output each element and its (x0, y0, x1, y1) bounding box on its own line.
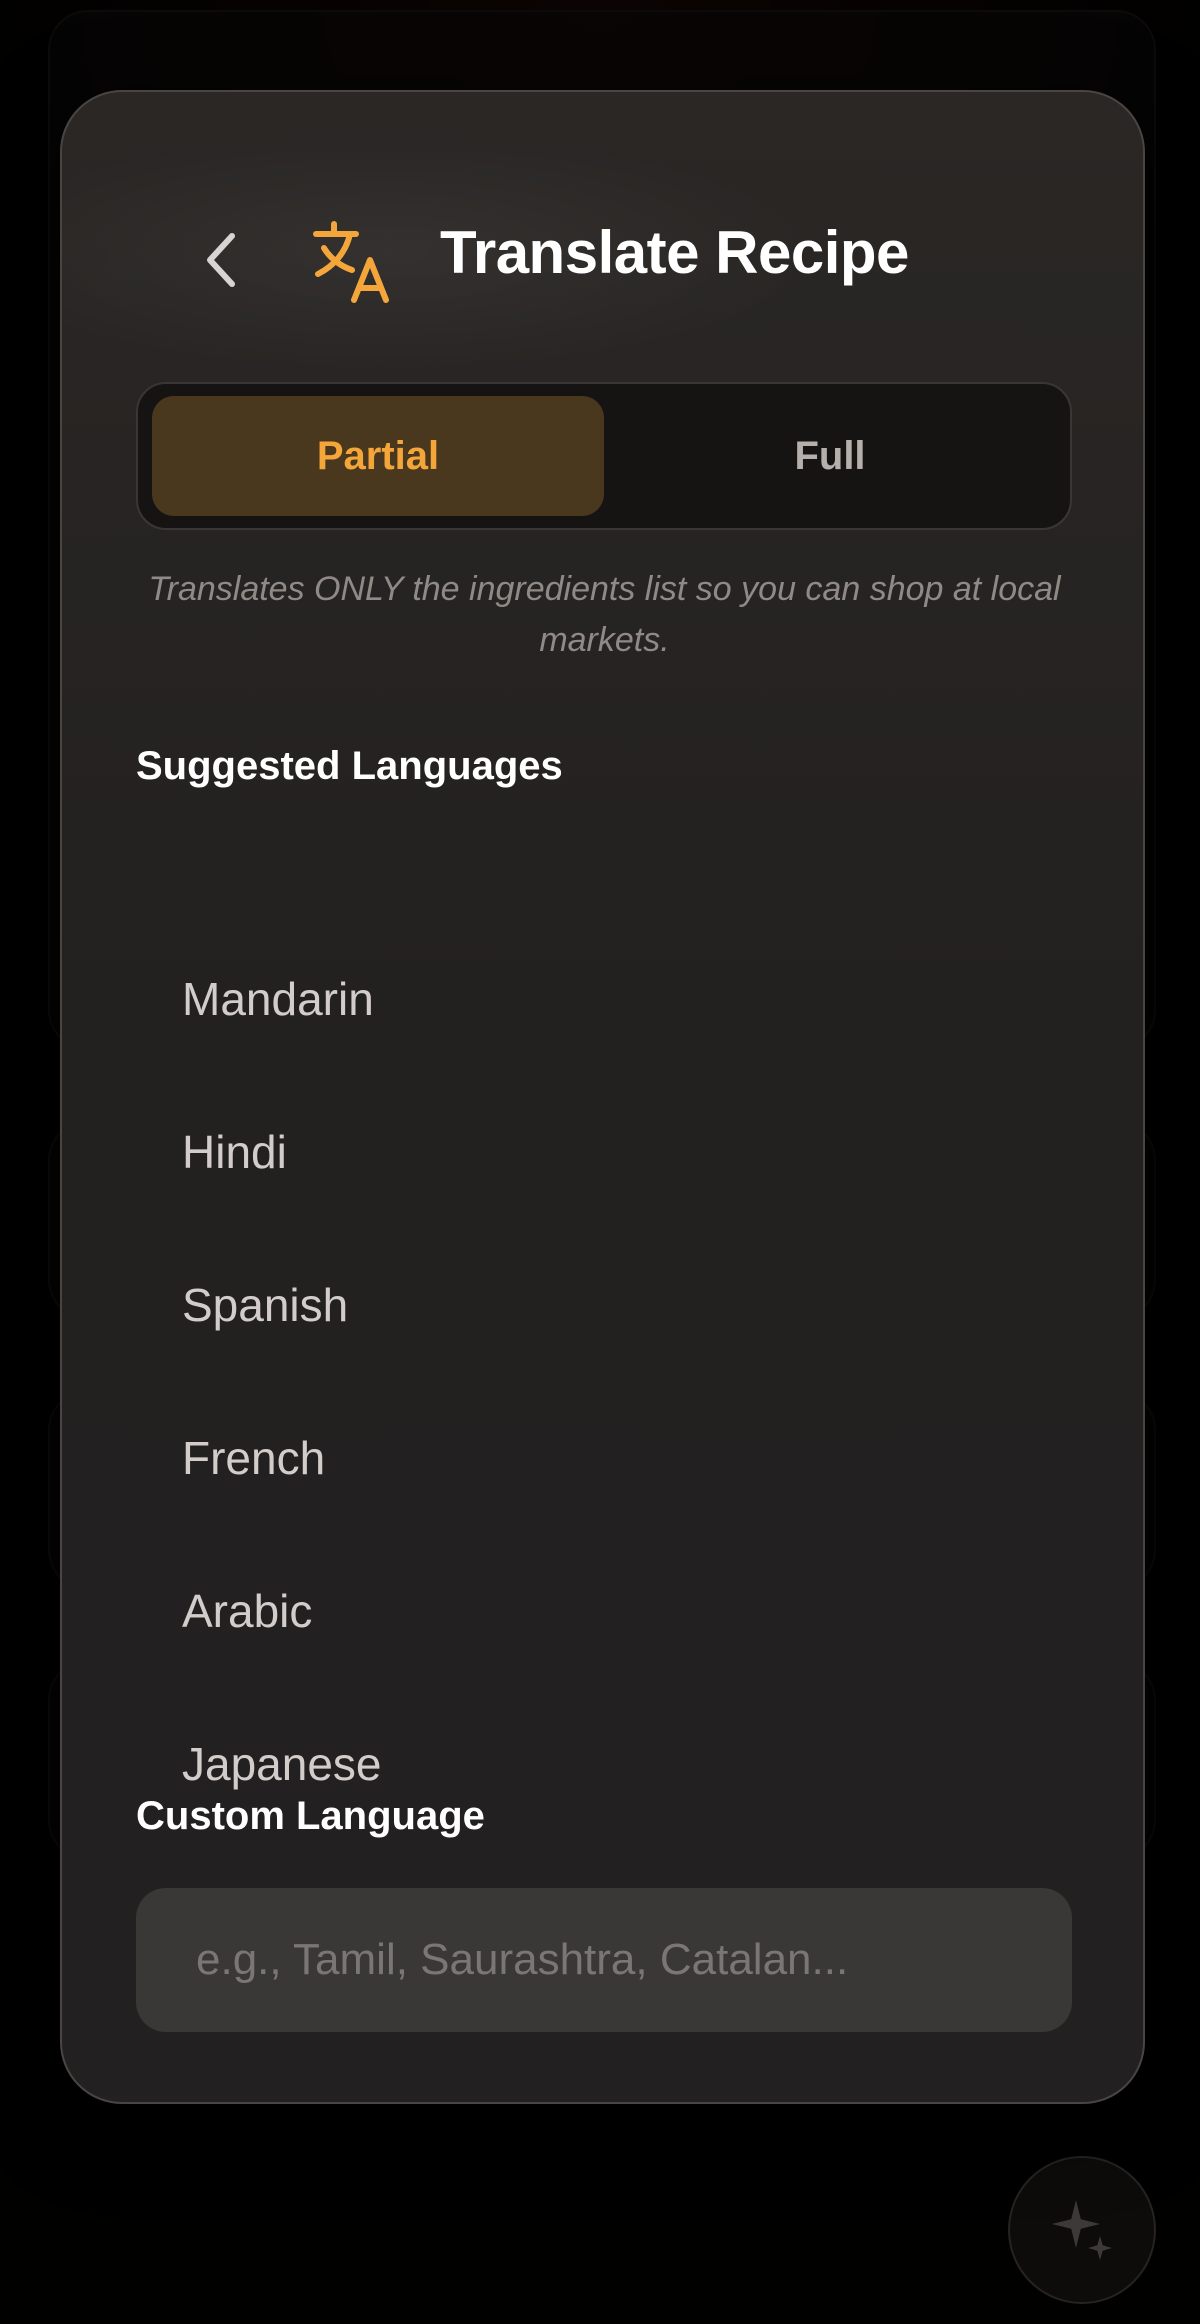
ai-assistant-button[interactable] (1008, 2156, 1156, 2304)
language-option-arabic[interactable]: Arabic (136, 1534, 1072, 1687)
tab-full[interactable]: Full (604, 396, 1056, 516)
mode-description: Translates ONLY the ingredients list so … (148, 570, 1061, 659)
custom-language-heading: Custom Language (136, 1794, 485, 1838)
translate-icon (313, 221, 389, 303)
dialog-title: Translate Recipe (440, 219, 909, 286)
sparkles-icon (1052, 2200, 1112, 2260)
language-option-spanish[interactable]: Spanish (136, 1228, 1072, 1381)
language-option-french[interactable]: French (136, 1381, 1072, 1534)
custom-language-input[interactable] (136, 1888, 1072, 2032)
tab-partial[interactable]: Partial (152, 396, 604, 516)
chevron-left-icon (207, 233, 235, 287)
translate-recipe-dialog: Translate Recipe Partial Full Translates… (60, 90, 1145, 2104)
language-option-hindi[interactable]: Hindi (136, 1075, 1072, 1228)
dialog-header: Translate Recipe (62, 192, 1143, 312)
translation-mode-toggle: Partial Full (136, 382, 1072, 530)
suggested-languages-list: Mandarin Hindi Spanish French Arabic Jap… (136, 922, 1072, 1840)
back-button[interactable] (182, 220, 262, 300)
language-option-mandarin[interactable]: Mandarin (136, 922, 1072, 1075)
suggested-languages-heading: Suggested Languages (136, 744, 563, 788)
